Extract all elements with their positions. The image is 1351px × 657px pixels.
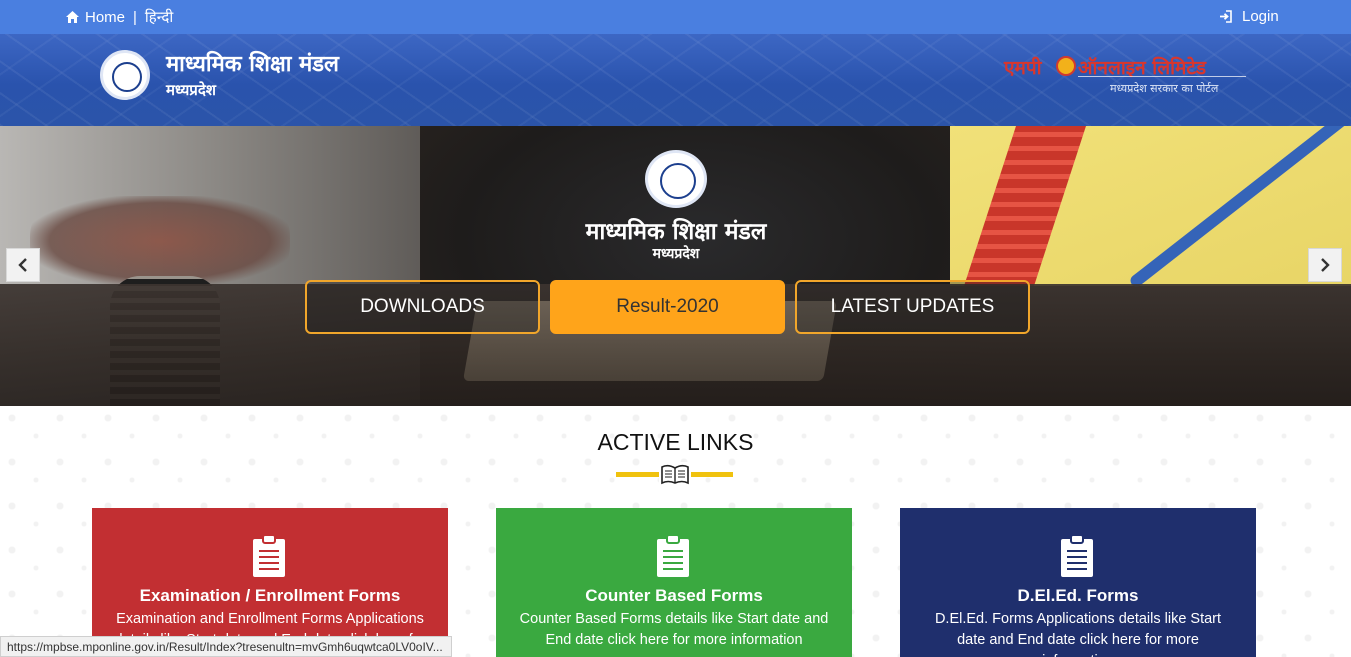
home-link[interactable]: Home [85, 9, 125, 26]
org-subtitle: मध्यप्रदेश [166, 81, 217, 99]
mponline-tagline: मध्यप्रदेश सरकार का पोर्टल [1110, 82, 1219, 95]
section-title: ACTIVE LINKS [597, 429, 754, 455]
banner-emblem-logo [645, 150, 707, 208]
mponline-logo[interactable]: एमपी ऑनलाइन लिमिटेड मध्यप्रदेश सरकार का … [1004, 54, 1249, 98]
chevron-right-icon [1321, 258, 1330, 272]
home-icon [66, 11, 79, 23]
deled-forms-card[interactable]: D.El.Ed. Forms D.El.Ed. Forms Applicatio… [900, 508, 1256, 657]
carousel-prev-button[interactable] [6, 248, 40, 282]
sun-emblem-icon [1056, 56, 1076, 76]
chevron-left-icon [18, 258, 27, 272]
hindi-link[interactable]: हिन्दी [145, 7, 173, 27]
banner-subtitle: मध्यप्रदेश [652, 246, 700, 262]
card-title: D.El.Ed. Forms [1017, 586, 1139, 605]
browser-status-url: https://mpbse.mponline.gov.in/Result/Ind… [0, 636, 452, 657]
top-links: Home | हिन्दी [66, 7, 173, 27]
banner-photo-notebook [950, 126, 1351, 290]
card-title: Examination / Enrollment Forms [139, 586, 401, 605]
result-2020-button[interactable]: Result-2020 [550, 280, 785, 334]
clipboard-icon [657, 534, 689, 577]
exam-enrollment-forms-card[interactable]: Examination / Enrollment Forms Examinati… [92, 508, 448, 657]
counter-based-forms-card[interactable]: Counter Based Forms Counter Based Forms … [496, 508, 852, 657]
clipboard-icon [1061, 534, 1093, 577]
open-book-icon [659, 462, 691, 486]
login-label[interactable]: Login [1242, 8, 1279, 25]
card-title: Counter Based Forms [585, 586, 763, 605]
hero-carousel: माध्यमिक शिक्षा मंडल मध्यप्रदेश DOWNLOAD… [0, 126, 1351, 406]
carousel-next-button[interactable] [1308, 248, 1342, 282]
active-links-section: ACTIVE LINKS Examination / Enrollment Fo… [0, 406, 1351, 657]
banner-title: माध्यमिक शिक्षा मंडल [585, 219, 767, 245]
org-title: माध्यमिक शिक्षा मंडल [166, 52, 339, 77]
top-bar: Home | हिन्दी Login [0, 0, 1351, 34]
board-emblem-logo[interactable] [100, 50, 150, 100]
latest-updates-button[interactable]: LATEST UPDATES [795, 280, 1030, 334]
mponline-logo-part1: एमपी [1004, 57, 1042, 79]
sign-in-icon [1219, 10, 1232, 23]
card-description: D.El.Ed. Forms Applications details like… [934, 611, 1222, 657]
site-header: माध्यमिक शिक्षा मंडल मध्यप्रदेश एमपी ऑनल… [0, 34, 1351, 126]
downloads-button[interactable]: DOWNLOADS [305, 280, 540, 334]
link-separator: | [133, 8, 137, 26]
card-description: Counter Based Forms details like Start d… [519, 611, 829, 648]
login-link[interactable]: Login [1219, 8, 1279, 25]
clipboard-icon [253, 534, 285, 577]
